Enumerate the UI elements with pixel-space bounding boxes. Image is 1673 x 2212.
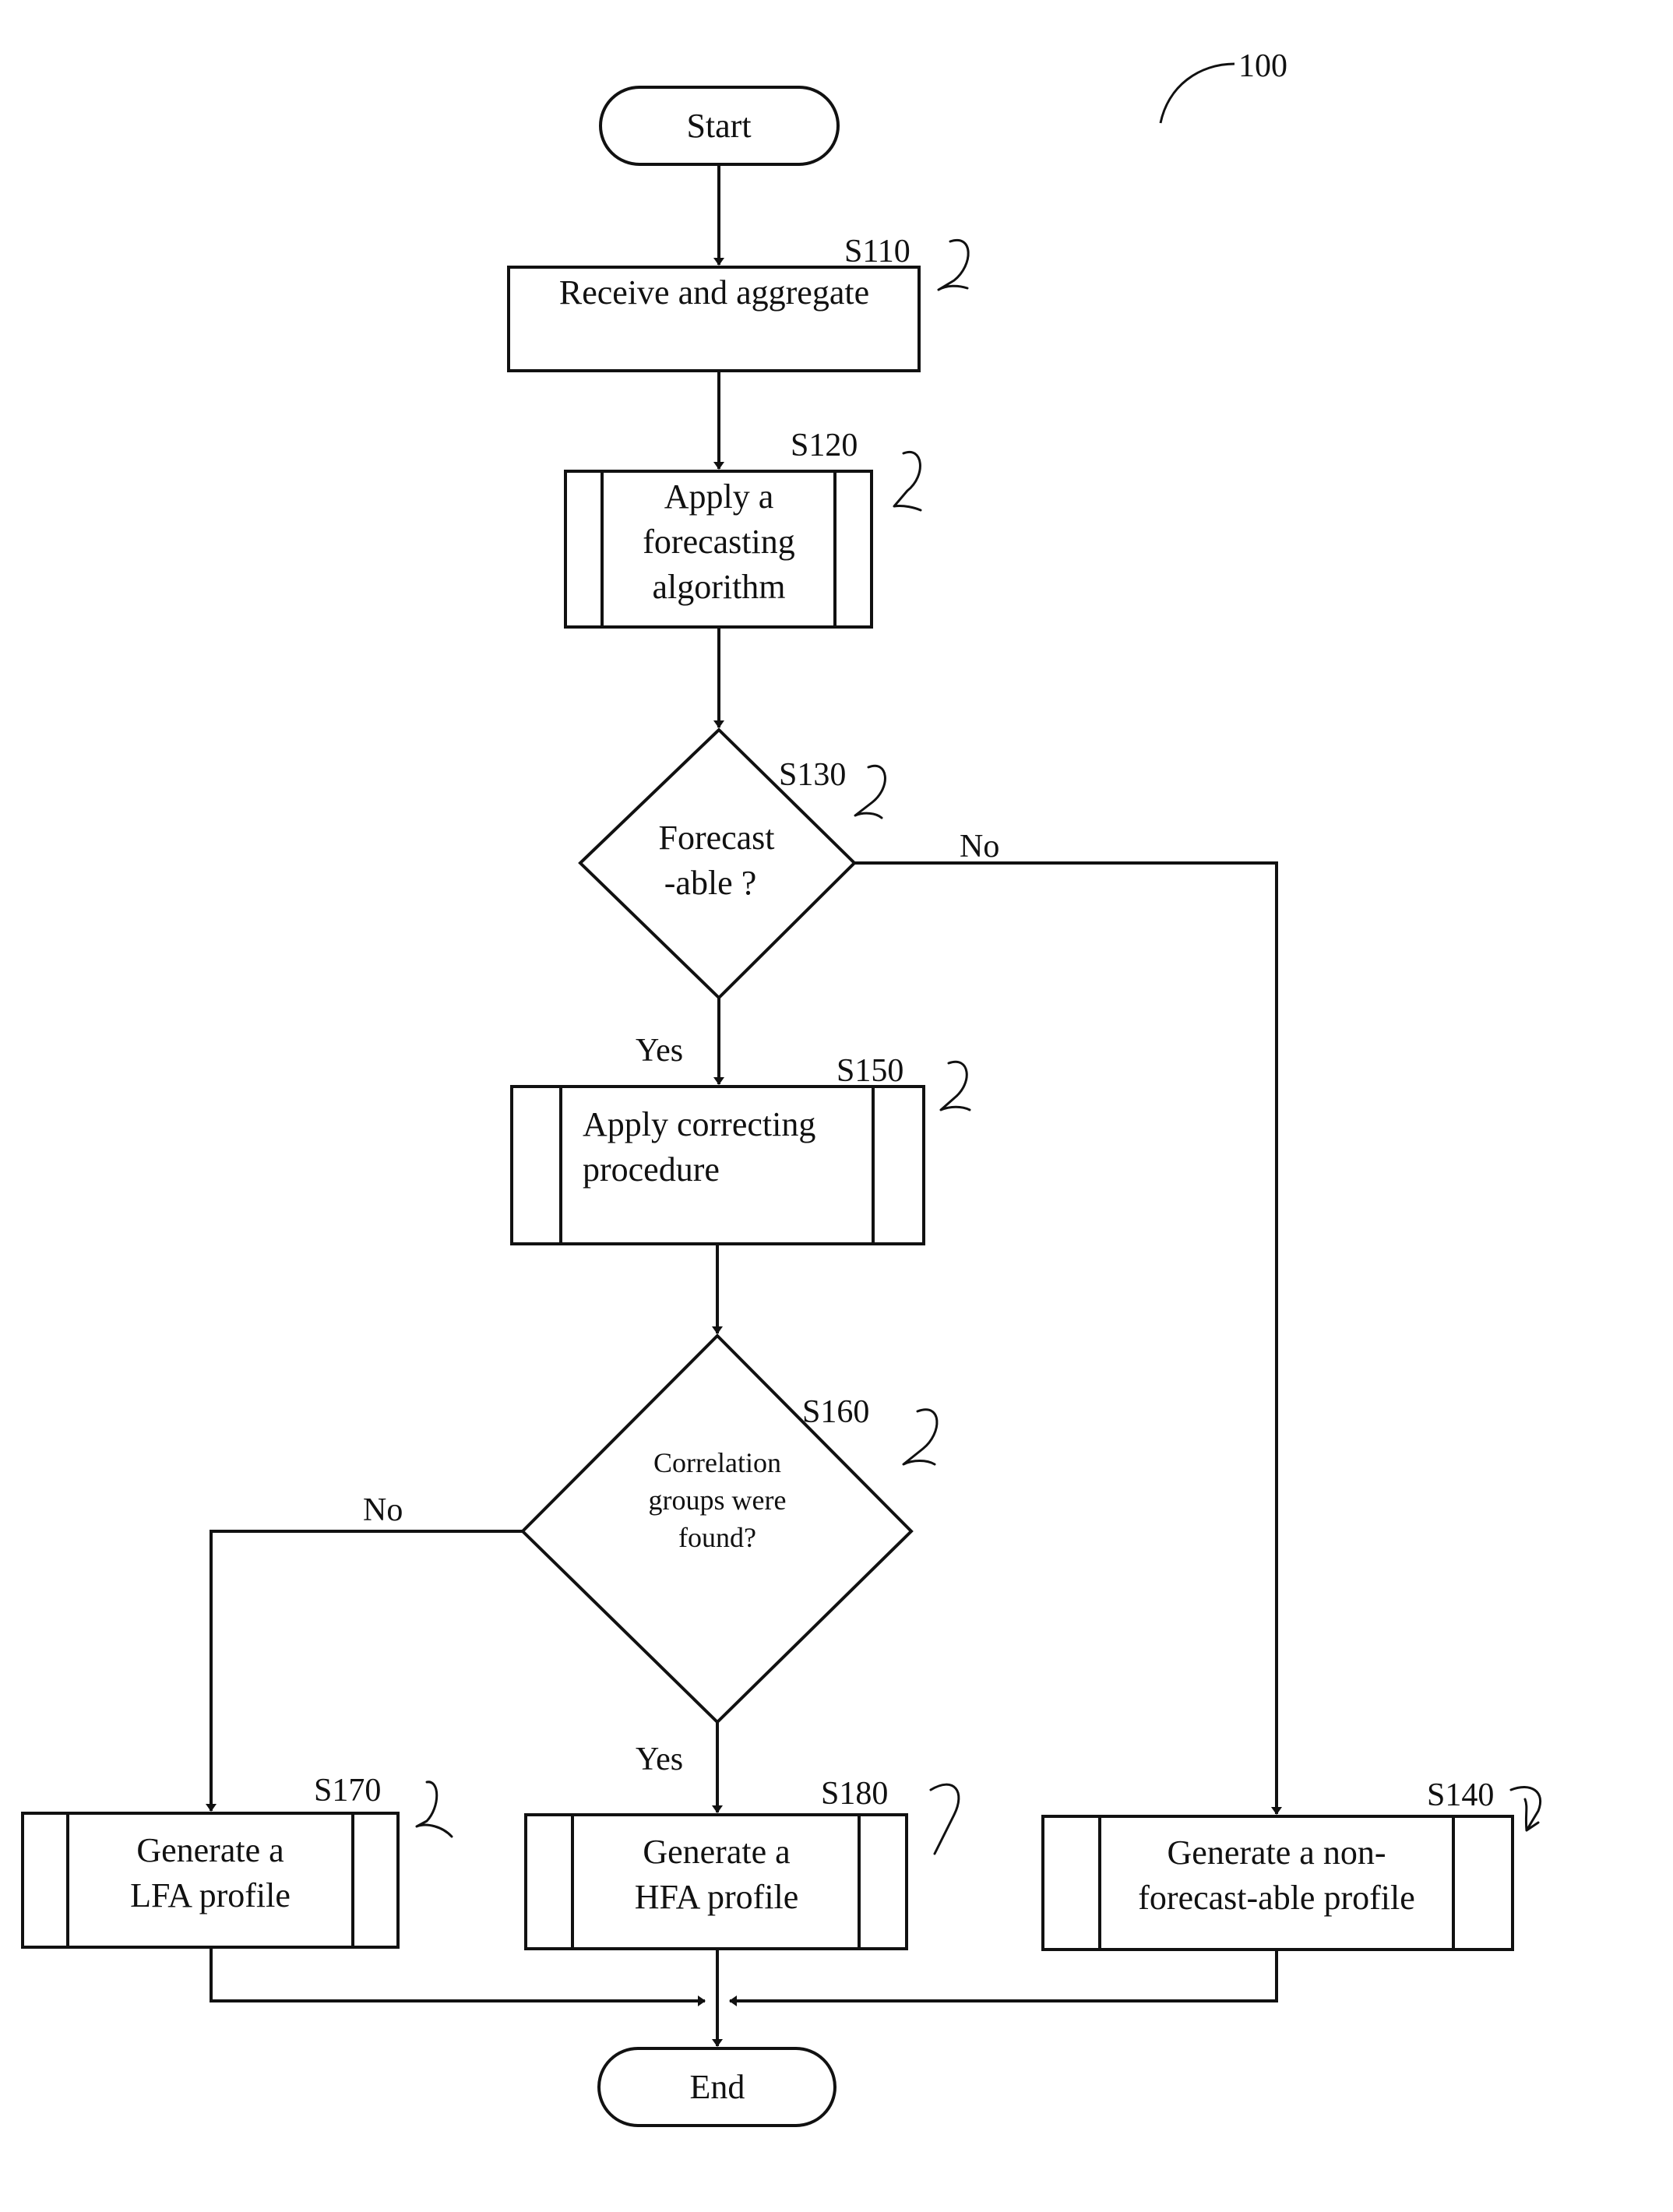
step-s120-line-3: algorithm (652, 568, 785, 606)
step-s110-ref: S110 (844, 234, 910, 269)
edge-s160-s170 (206, 1530, 523, 1812)
decision-s160-ref-squiggle (902, 1408, 939, 1466)
figure-ref-label: 100 (1238, 48, 1287, 84)
decision-s130-line-1: Forecast (658, 819, 774, 857)
edge-s140-merge (729, 1950, 1278, 2006)
decision-s160-line-3: found? (678, 1522, 756, 1553)
step-s140-line-1: Generate a non- (1168, 1833, 1386, 1872)
step-s120: Apply a forecasting algorithm S120 (564, 428, 922, 629)
decision-s130: Forecast -able ? S130 No Yes (578, 727, 999, 1069)
step-s120-line-1: Apply a (664, 477, 774, 516)
decision-s160-ref: S160 (802, 1394, 869, 1430)
step-s180: Generate a HFA profile S180 (524, 1776, 960, 1950)
step-s110: Receive and aggregate S110 (507, 234, 970, 372)
step-s180-line-1: Generate a (643, 1833, 790, 1871)
decision-s130-no-label: No (960, 829, 999, 865)
step-s150-ref-squiggle (939, 1060, 971, 1111)
decision-s130-line-2: -able ? (664, 864, 756, 902)
step-s170-ref-squiggle (415, 1781, 453, 1838)
step-s140-line-2: forecast-able profile (1138, 1879, 1414, 1917)
decision-s130-yes-label: Yes (636, 1033, 683, 1069)
figure-ref-leader (1159, 62, 1235, 124)
decision-s160-line-2: groups were (649, 1485, 787, 1516)
decision-s160-yes-label: Yes (636, 1742, 683, 1777)
step-s170-line-2: LFA profile (130, 1876, 291, 1914)
decision-s130-ref: S130 (779, 757, 846, 793)
step-s180-line-2: HFA profile (635, 1878, 799, 1916)
step-s120-ref-squiggle (893, 450, 922, 512)
end-node: End (597, 2047, 836, 2127)
decision-s160: Correlation groups were found? S160 No Y… (363, 1333, 939, 1777)
step-s140-ref: S140 (1427, 1777, 1494, 1813)
step-s180-ref-squiggle (929, 1783, 960, 1855)
step-s150-line-2: procedure (583, 1150, 720, 1189)
step-s180-ref: S180 (821, 1776, 888, 1812)
decision-s130-ref-squiggle (854, 764, 886, 819)
end-label: End (690, 2068, 745, 2106)
edge-s130-s140 (854, 861, 1282, 1815)
step-s140: Generate a non- forecast-able profile S1… (1041, 1777, 1541, 1951)
step-s170-line-1: Generate a (136, 1831, 284, 1869)
edge-s170-merge (210, 1947, 706, 2006)
start-label: Start (686, 107, 751, 145)
step-s120-ref: S120 (791, 428, 858, 463)
step-s170-ref: S170 (314, 1773, 381, 1809)
decision-s160-no-label: No (363, 1492, 403, 1528)
step-s120-line-2: forecasting (643, 523, 794, 561)
step-s150: Apply correcting procedure S150 (510, 1053, 971, 1245)
step-s110-line-1: Receive and aggregate (559, 273, 869, 312)
step-s140-ref-squiggle (1509, 1785, 1541, 1832)
step-s110-ref-squiggle (937, 238, 970, 291)
step-s170: Generate a LFA profile S170 (21, 1773, 453, 1949)
step-s150-line-1: Apply correcting (583, 1105, 815, 1143)
decision-s160-line-1: Correlation (653, 1447, 781, 1478)
step-s150-ref: S150 (836, 1053, 903, 1089)
start-node: Start (599, 86, 840, 166)
flowchart: 100 Start Receive and aggregate S110 App… (21, 48, 1541, 2127)
